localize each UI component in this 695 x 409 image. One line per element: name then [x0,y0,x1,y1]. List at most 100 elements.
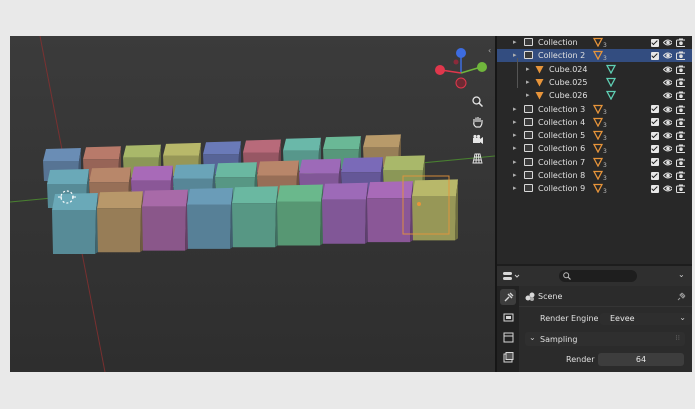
pin-icon[interactable] [677,291,687,301]
visibility-eye-icon[interactable] [663,158,672,167]
collection-icon [524,117,533,126]
expand-arrow-icon[interactable]: ▸ [513,158,517,166]
outliner-collection-row[interactable]: ▸ Collection 3 3 [497,103,692,116]
render-engine-select[interactable]: Eevee ⌄ [600,313,692,325]
outliner-row-label: Collection 4 [538,117,586,127]
3d-viewport[interactable] [10,36,495,372]
expand-arrow-icon[interactable]: ▸ [513,118,517,126]
search-input[interactable] [559,270,637,282]
cube-object[interactable] [97,191,143,253]
expand-arrow-icon[interactable]: ▸ [513,38,517,46]
exclude-checkbox[interactable] [651,158,659,167]
render-camera-icon[interactable] [676,51,685,61]
cube-object[interactable] [277,184,323,246]
cube-object[interactable] [142,189,188,251]
drag-handle-icon[interactable]: ⁞⁞ [676,334,680,342]
visibility-eye-icon[interactable] [663,38,672,47]
render-engine-value: Eevee [610,314,635,323]
properties-editor: ⌄ Scene Render Engine Eevee ⌄ ⌄ Sampling… [497,266,692,372]
render-camera-icon[interactable] [676,158,685,167]
visibility-eye-icon[interactable] [663,65,672,74]
object-count-icon [593,117,603,127]
visibility-eye-icon[interactable] [663,78,672,87]
render-camera-icon[interactable] [676,78,685,87]
exclude-checkbox[interactable] [651,144,659,153]
render-camera-icon[interactable] [676,91,685,101]
outliner-collection-row[interactable]: ▸ Collection 3 [497,36,692,49]
render-camera-icon[interactable] [676,171,685,180]
outliner-object-row[interactable]: ▸ Cube.026 [497,89,692,102]
expand-arrow-icon[interactable]: ▸ [526,65,530,73]
navigation-gizmo[interactable] [435,46,495,101]
cube-object[interactable] [412,179,458,241]
outliner-collection-row[interactable]: ▸ Collection 7 3 [497,156,692,169]
expand-arrow-icon[interactable]: ▸ [513,131,517,139]
outliner-object-row[interactable]: ▸ Cube.024 [497,63,692,76]
expand-arrow-icon[interactable]: ▸ [513,105,517,113]
render-camera-icon[interactable] [676,184,685,194]
cube-object[interactable] [322,182,368,244]
cube-object[interactable] [367,181,413,243]
tab-render[interactable] [500,309,516,325]
tab-tool[interactable] [500,289,516,305]
expand-arrow-icon[interactable]: ▸ [526,91,530,99]
cube-object[interactable] [52,193,98,254]
outliner-collection-row[interactable]: ▸ Collection 9 3 [497,182,692,195]
exclude-checkbox[interactable] [651,118,659,127]
visibility-eye-icon[interactable] [663,184,672,193]
object-count-icon [593,157,603,167]
render-camera-icon[interactable] [676,144,685,154]
visibility-eye-icon[interactable] [663,131,672,140]
object-count-icon [593,104,603,114]
outliner-collection-row[interactable]: ▸ Collection 6 3 [497,142,692,155]
expand-arrow-icon[interactable]: ▸ [513,171,517,179]
zoom-icon[interactable] [472,96,488,112]
visibility-eye-icon[interactable] [663,105,672,114]
object-count-label: 3 [603,42,607,49]
render-camera-icon[interactable] [676,105,685,114]
render-camera-icon[interactable] [676,65,685,74]
exclude-checkbox[interactable] [651,51,659,60]
expand-arrow-icon[interactable]: ▸ [513,184,517,192]
visibility-eye-icon[interactable] [663,144,672,153]
sampling-panel-header[interactable]: ⌄ Sampling ⁞⁞ [525,332,685,346]
collapse-arrow-icon[interactable]: ‹ [488,46,491,55]
render-camera-icon[interactable] [676,38,685,47]
hand-pan-icon[interactable] [472,116,488,132]
expand-arrow-icon[interactable]: ▸ [513,144,517,152]
outliner-object-row[interactable]: ▸ Cube.025 [497,76,692,89]
render-camera-icon[interactable] [676,118,685,127]
chevron-down-icon[interactable]: ⌄ [678,270,685,279]
expand-arrow-icon[interactable]: ▸ [526,78,530,86]
outliner-collection-row[interactable]: ▸ Collection 8 3 [497,169,692,182]
expand-arrow-icon[interactable]: ▸ [513,51,517,59]
object-count-label: 3 [603,55,607,63]
exclude-checkbox[interactable] [651,105,659,113]
exclude-checkbox[interactable] [651,171,659,180]
cube-object[interactable] [187,187,233,249]
cube-object[interactable] [232,186,278,248]
mesh-object-icon [535,65,544,74]
outliner-row-label: Collection 2 [538,51,586,61]
sampling-label: Sampling [540,335,578,344]
exclude-checkbox[interactable] [651,184,659,193]
tab-output[interactable] [500,329,516,345]
object-count-label: 3 [603,188,607,196]
grid-icon[interactable] [472,153,488,169]
render-camera-icon[interactable] [676,131,685,141]
camera-icon[interactable] [472,134,488,150]
visibility-eye-icon[interactable] [663,171,672,180]
tab-view-layer[interactable] [500,349,516,365]
scene-row: Scene [519,286,692,306]
outliner-row-label: Collection 9 [538,184,586,194]
render-samples-field[interactable]: 64 [598,353,684,366]
exclude-checkbox[interactable] [651,38,659,47]
editor-type-icon[interactable] [503,271,521,282]
outliner-collection-row[interactable]: ▸ Collection 5 3 [497,129,692,142]
outliner-collection-row[interactable]: ▸ Collection 4 3 [497,116,692,129]
exclude-checkbox[interactable] [651,131,659,140]
visibility-eye-icon[interactable] [663,118,672,127]
visibility-eye-icon[interactable] [663,51,672,60]
visibility-eye-icon[interactable] [663,91,672,100]
outliner-collection-row[interactable]: ▸ Collection 2 3 [497,49,692,63]
